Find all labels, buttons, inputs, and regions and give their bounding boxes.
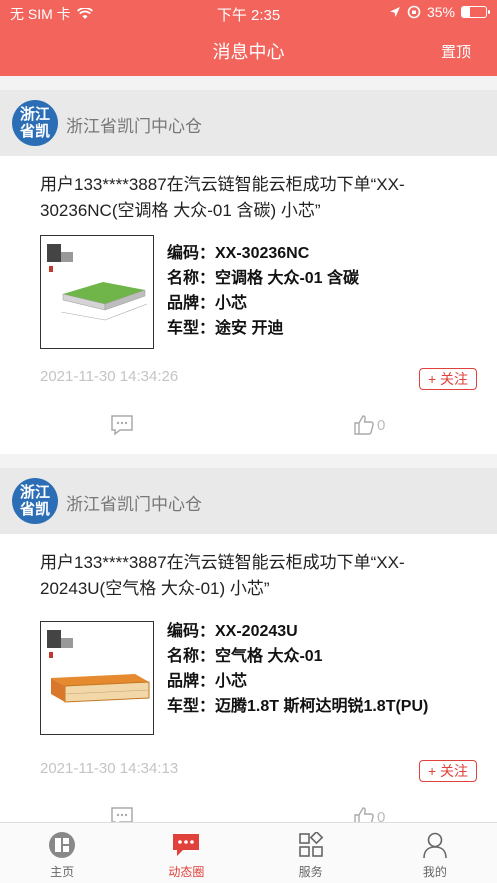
avatar-text: 浙江省凯	[19, 484, 50, 518]
tab-label: 服务	[298, 865, 323, 879]
card-actions: 0	[0, 414, 497, 444]
tab-moments[interactable]: 动态圈	[124, 823, 248, 883]
like-button[interactable]: 0	[353, 414, 385, 436]
thumbs-up-icon	[354, 415, 374, 435]
app-header: 无 SIM 卡 下午 2:35 35% 消息中心 置顶	[0, 0, 497, 76]
status-right: 35%	[389, 4, 490, 20]
follow-button[interactable]: + 关注	[419, 368, 477, 390]
message-text: 用户133****3887在汽云链智能云柜成功下单“XX-20243U(空气格 …	[40, 553, 405, 598]
post-date: 2021-11-30 14:34:26	[40, 368, 179, 385]
card-actions: 0	[0, 806, 497, 822]
product-name: 名称：空调格 大众-01 含碳	[167, 270, 360, 287]
card-header: 浙江省凯 浙江省凯门中心仓	[0, 90, 497, 156]
card-header: 浙江省凯 浙江省凯门中心仓	[0, 468, 497, 534]
home-icon	[47, 830, 77, 860]
page-title: 消息中心	[212, 42, 285, 62]
store-name: 浙江省凯门中心仓	[66, 117, 202, 136]
tab-home[interactable]: 主页	[0, 823, 124, 883]
air-filter-image	[47, 630, 150, 703]
avatar-text: 浙江省凯	[19, 106, 50, 140]
tab-services[interactable]: 服务	[249, 823, 373, 883]
location-arrow-icon	[389, 7, 400, 17]
like-button[interactable]: 0	[353, 806, 385, 822]
title-row: 消息中心 置顶	[0, 38, 497, 64]
product-name: 名称：空气格 大众-01	[167, 648, 323, 665]
product-vehicle: 车型：途安 开迪	[167, 320, 284, 337]
comment-icon[interactable]	[110, 414, 134, 436]
store-avatar[interactable]: 浙江省凯	[12, 478, 58, 524]
rotation-lock-icon	[407, 5, 421, 19]
follow-button[interactable]: + 关注	[419, 760, 477, 782]
store-avatar[interactable]: 浙江省凯	[12, 100, 58, 146]
product-code: 编码：XX-20243U	[167, 623, 298, 640]
product-code: 编码：XX-30236NC	[167, 245, 310, 262]
cabin-filter-image	[47, 244, 148, 321]
tab-mine[interactable]: 我的	[373, 823, 497, 883]
like-count: 0	[377, 808, 386, 823]
battery-percent: 35%	[426, 4, 455, 20]
comment-icon[interactable]	[110, 806, 134, 822]
message-text: 用户133****3887在汽云链智能云柜成功下单“XX-30236NC(空调格…	[40, 175, 405, 220]
product-brand: 品牌：小芯	[167, 295, 248, 312]
user-icon	[420, 830, 450, 860]
product-info: 编码：XX-30236NC 名称：空调格 大众-01 含碳 品牌：小芯 车型：途…	[167, 241, 359, 341]
services-grid-icon	[296, 830, 326, 860]
product-image[interactable]	[40, 235, 154, 349]
pin-top-button[interactable]: 置顶	[441, 41, 471, 62]
tab-label: 动态圈	[168, 865, 205, 879]
tab-label: 主页	[50, 865, 75, 879]
message-feed[interactable]: 浙江省凯 浙江省凯门中心仓 用户133****3887在汽云链智能云柜成功下单“…	[0, 76, 497, 822]
product-info: 编码：XX-20243U 名称：空气格 大众-01 品牌：小芯 车型：迈腾1.8…	[167, 619, 467, 719]
tab-label: 我的	[422, 865, 447, 879]
chat-bubble-icon	[171, 830, 201, 860]
post-date: 2021-11-30 14:34:13	[40, 760, 179, 777]
battery-icon	[461, 6, 490, 18]
status-bar: 无 SIM 卡 下午 2:35 35%	[0, 0, 497, 26]
battery-fill	[462, 7, 471, 17]
product-brand: 品牌：小芯	[167, 673, 248, 690]
product-image[interactable]	[40, 621, 154, 735]
bottom-tab-bar: 主页 动态圈 服务 我的	[0, 822, 497, 883]
message-card: 浙江省凯 浙江省凯门中心仓 用户133****3887在汽云链智能云柜成功下单“…	[0, 90, 497, 454]
message-card: 浙江省凯 浙江省凯门中心仓 用户133****3887在汽云链智能云柜成功下单“…	[0, 468, 497, 822]
like-count: 0	[377, 416, 386, 434]
thumbs-up-icon	[354, 807, 374, 822]
store-name: 浙江省凯门中心仓	[66, 495, 202, 514]
product-vehicle: 车型：迈腾1.8T 斯柯达明锐1.8T(PU)	[167, 698, 429, 715]
